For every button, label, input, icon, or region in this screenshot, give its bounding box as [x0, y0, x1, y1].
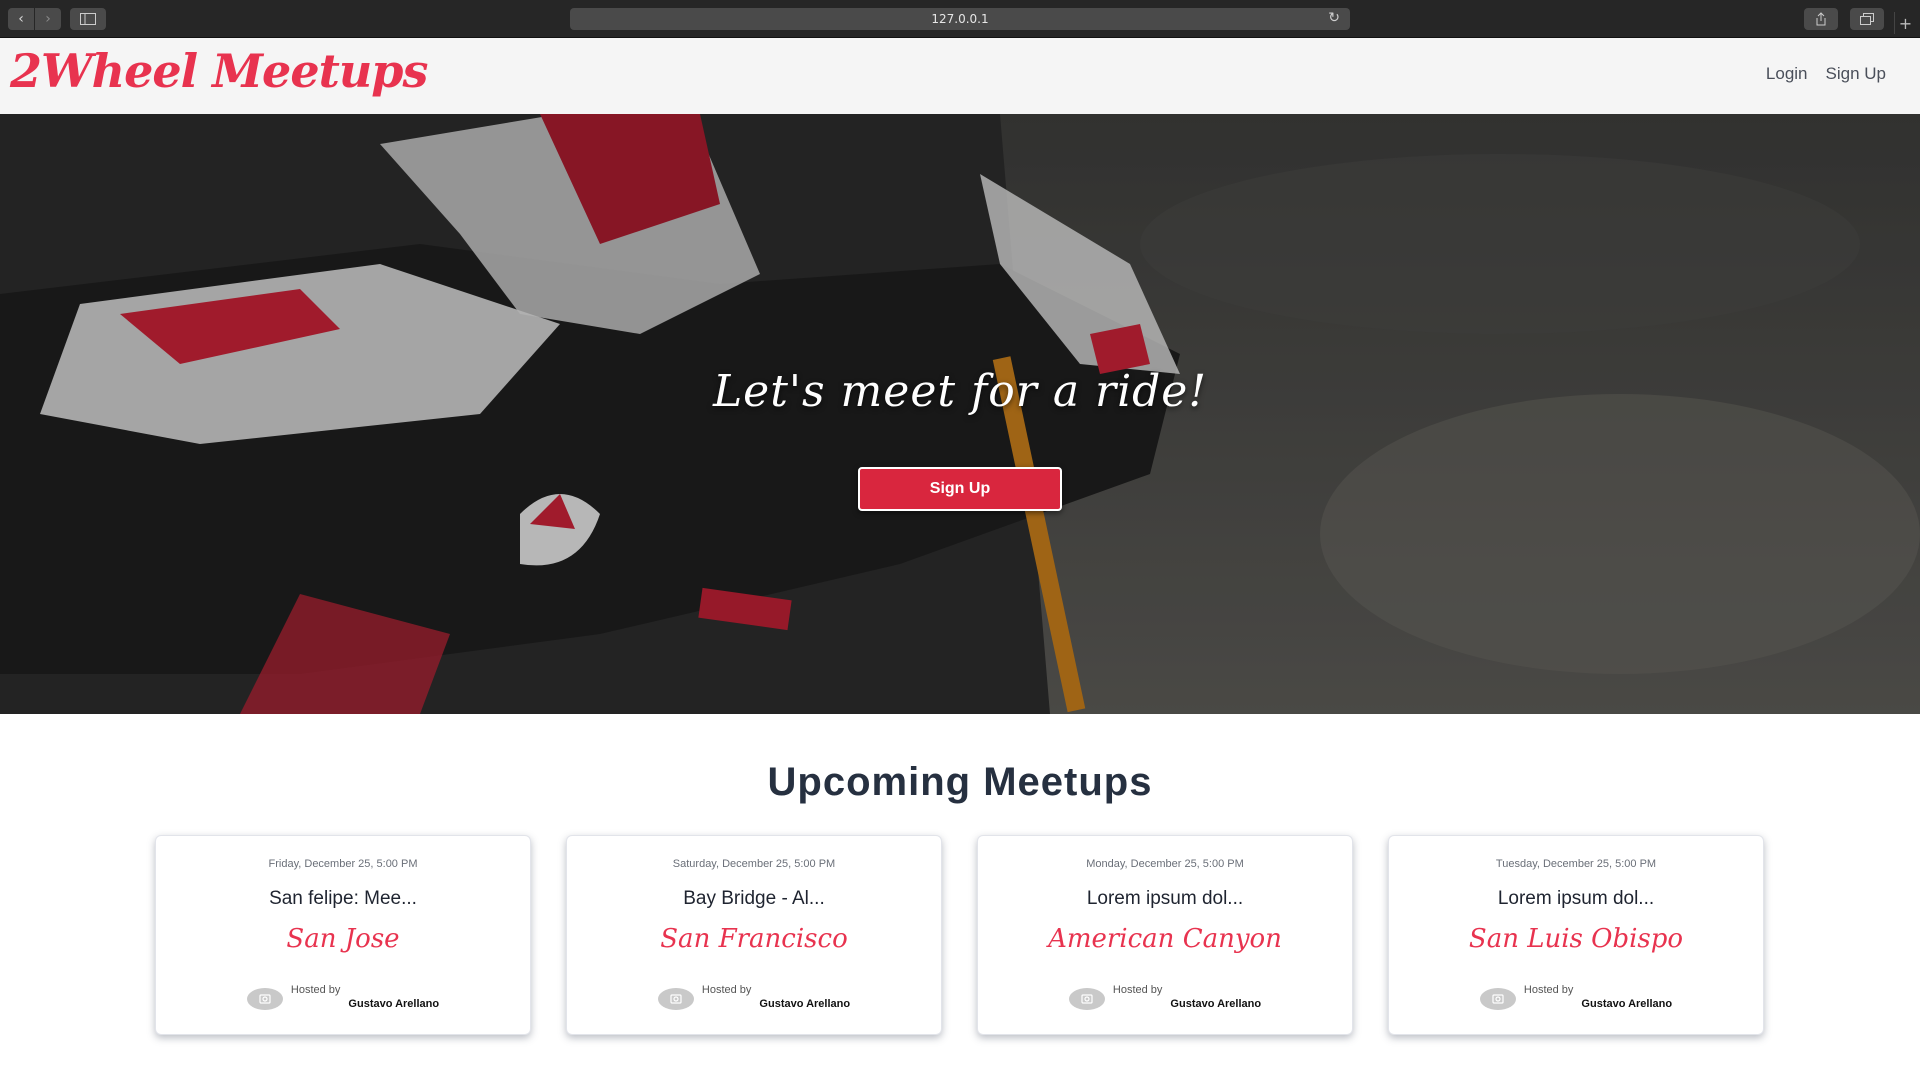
hero-title: Let's meet for a ride! [712, 366, 1208, 417]
signup-link[interactable]: Sign Up [1826, 64, 1886, 84]
hero-signup-button[interactable]: Sign Up [858, 467, 1062, 511]
chevron-right-icon: › [45, 11, 51, 27]
nav-links: Login Sign Up [1766, 64, 1886, 84]
host-name[interactable]: Gustavo Arellano [1581, 998, 1672, 1010]
meetup-host: Hosted by Gustavo Arellano [567, 984, 941, 1010]
meetup-card[interactable]: Friday, December 25, 5:00 PM San felipe:… [155, 835, 531, 1035]
share-icon [1816, 12, 1826, 26]
host-avatar [657, 988, 694, 1010]
hosted-by-label: Hosted by [701, 984, 752, 996]
user-placeholder-icon [259, 994, 271, 1004]
host-name[interactable]: Gustavo Arellano [348, 998, 439, 1010]
meetup-city: San Francisco [660, 924, 848, 954]
meetup-city: American Canyon [1048, 924, 1282, 954]
site-logo[interactable]: 2Wheel Meetups [10, 44, 428, 98]
user-placeholder-icon [1492, 994, 1504, 1004]
hosted-by-label: Hosted by [290, 984, 341, 996]
upcoming-meetups-heading: Upcoming Meetups [767, 760, 1153, 804]
share-button[interactable] [1804, 8, 1838, 30]
meetup-host: Hosted by Gustavo Arellano [156, 984, 530, 1010]
host-avatar [1068, 988, 1105, 1010]
meetup-title[interactable]: Lorem ipsum dol... [978, 888, 1352, 910]
user-placeholder-icon [1081, 994, 1093, 1004]
plus-icon: + [1898, 13, 1913, 33]
address-text: 127.0.0.1 [931, 12, 989, 26]
hosted-by-label: Hosted by [1112, 984, 1163, 996]
meetup-host: Hosted by Gustavo Arellano [1389, 984, 1763, 1010]
meetup-date: Monday, December 25, 5:00 PM [1086, 858, 1244, 870]
tabs-overview-button[interactable] [1850, 8, 1884, 30]
meetup-card[interactable]: Saturday, December 25, 5:00 PM Bay Bridg… [566, 835, 942, 1035]
host-name[interactable]: Gustavo Arellano [759, 998, 850, 1010]
meetup-date: Saturday, December 25, 5:00 PM [672, 858, 836, 870]
meetup-title[interactable]: Lorem ipsum dol... [1389, 888, 1763, 910]
new-tab-button[interactable]: + [1894, 12, 1916, 34]
sidebar-icon [80, 13, 96, 25]
meetup-card[interactable]: Tuesday, December 25, 5:00 PM Lorem ipsu… [1388, 835, 1764, 1035]
address-bar[interactable]: 127.0.0.1 ↻ [570, 8, 1350, 30]
chevron-left-icon: ‹ [18, 11, 24, 27]
meetup-card[interactable]: Monday, December 25, 5:00 PM Lorem ipsum… [977, 835, 1353, 1035]
meetup-city: San Jose [286, 924, 400, 954]
reload-icon[interactable]: ↻ [1328, 10, 1340, 26]
meetup-city: San Luis Obispo [1468, 924, 1684, 954]
login-link[interactable]: Login [1766, 64, 1808, 84]
meetup-date: Tuesday, December 25, 5:00 PM [1495, 858, 1657, 870]
meetup-title[interactable]: Bay Bridge - Al... [567, 888, 941, 910]
host-name[interactable]: Gustavo Arellano [1170, 998, 1261, 1010]
meetup-title[interactable]: San felipe: Mee... [156, 888, 530, 910]
sidebar-toggle-button[interactable] [70, 8, 106, 30]
hero-banner: Let's meet for a ride! Sign Up [0, 114, 1920, 714]
forward-button[interactable]: › [35, 8, 61, 30]
user-placeholder-icon [670, 994, 682, 1004]
meetup-date: Friday, December 25, 5:00 PM [268, 858, 418, 870]
browser-toolbar: ‹ › 127.0.0.1 ↻ + [0, 0, 1920, 38]
meetup-card-list: Friday, December 25, 5:00 PM San felipe:… [155, 835, 1765, 1035]
host-avatar [246, 988, 283, 1010]
meetup-host: Hosted by Gustavo Arellano [978, 984, 1352, 1010]
tabs-icon [1860, 13, 1874, 25]
hosted-by-label: Hosted by [1523, 984, 1574, 996]
site-navbar: 2Wheel Meetups Login Sign Up [0, 38, 1920, 114]
back-button[interactable]: ‹ [8, 8, 34, 30]
host-avatar [1479, 988, 1516, 1010]
